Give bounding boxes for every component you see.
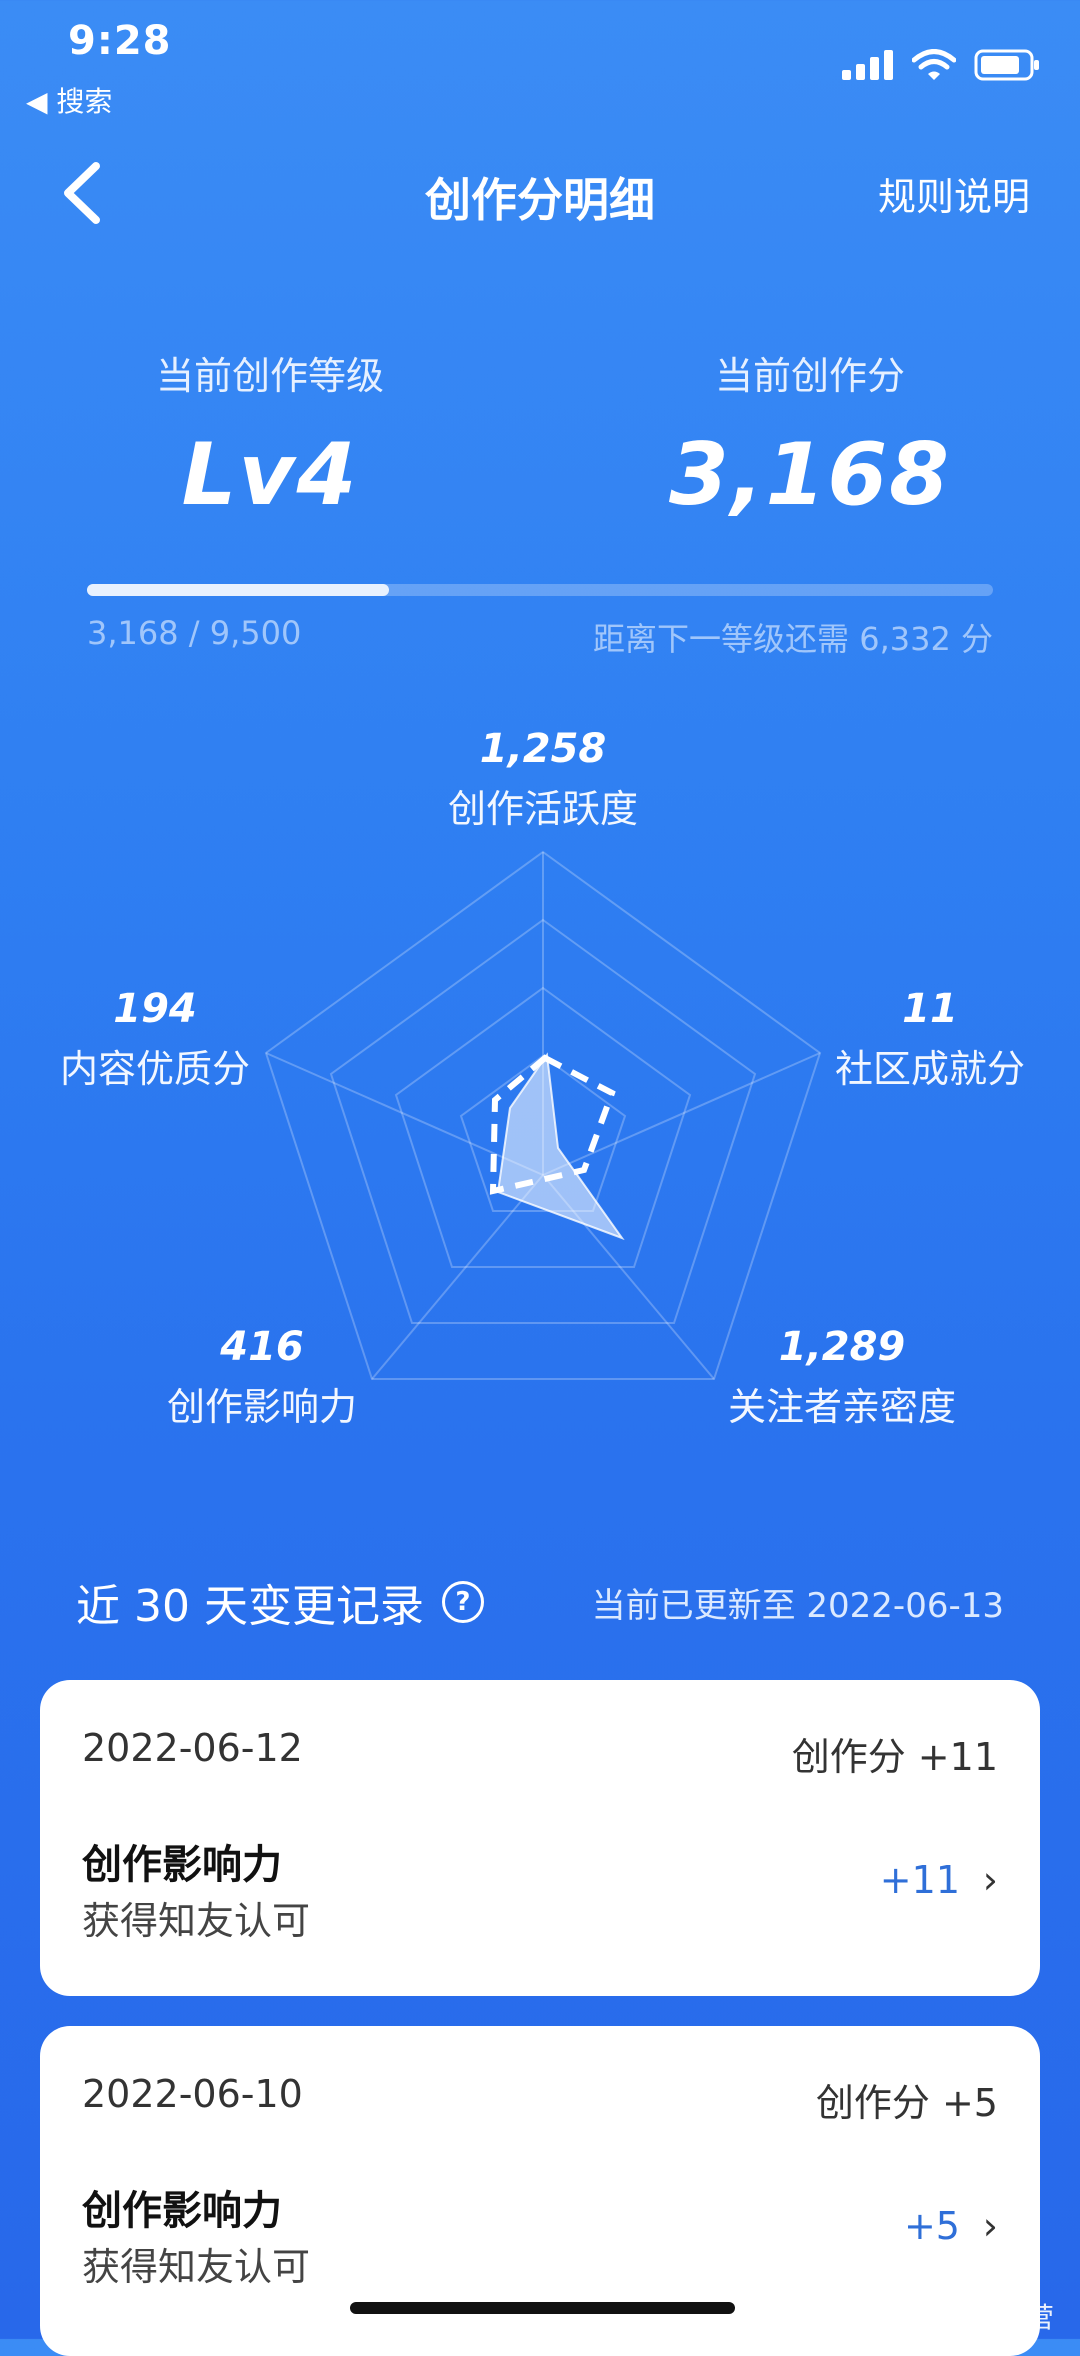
radar-value-activity: 1,258: [479, 726, 607, 772]
record-card[interactable]: 2022-06-12 创作分 +11 创作影响力 获得知友认可 +11 ›: [40, 1680, 1040, 1996]
radar-label-influence: 创作影响力: [166, 1385, 357, 1429]
chevron-right-icon[interactable]: ›: [983, 2204, 998, 2248]
record-total: 创作分 +11: [791, 1735, 998, 1779]
records-updated: 当前已更新至 2022-06-13: [591, 1586, 1004, 1626]
records-title: 近 30 天变更记录: [76, 1581, 424, 1632]
record-total: 创作分 +5: [815, 2081, 998, 2125]
radar-value-community: 11: [902, 986, 958, 1032]
record-category: 创作影响力: [82, 1842, 282, 1888]
wechat-icon: [843, 2302, 878, 2329]
radar-value-quality: 194: [113, 986, 197, 1032]
chevron-right-icon[interactable]: ›: [983, 1858, 998, 1902]
record-reason: 获得知友认可: [82, 2245, 311, 2289]
radar-label-follower: 关注者亲密度: [727, 1385, 956, 1429]
records-header: 近 30 天变更记录 ?: [76, 1570, 484, 1634]
radar-value-follower: 1,289: [778, 1324, 906, 1370]
radar-value-influence: 416: [220, 1324, 304, 1370]
record-date: 2022-06-12: [82, 1726, 303, 1770]
radar-label-quality: 内容优质分: [59, 1047, 250, 1091]
record-reason: 获得知友认可: [82, 1899, 311, 1943]
home-indicator[interactable]: [350, 2302, 735, 2314]
record-delta: +11: [879, 1858, 960, 1902]
watermark: 杨学姐聊运营: [843, 2296, 1054, 2336]
radar-label-community: 社区成就分: [834, 1047, 1025, 1091]
record-delta: +5: [903, 2204, 960, 2248]
record-category: 创作影响力: [82, 2188, 282, 2234]
question-circle-icon[interactable]: ?: [441, 1581, 484, 1623]
record-date: 2022-06-10: [82, 2072, 303, 2116]
radar-label-activity: 创作活跃度: [447, 787, 638, 831]
watermark-text: 杨学姐聊运营: [885, 2301, 1054, 2334]
